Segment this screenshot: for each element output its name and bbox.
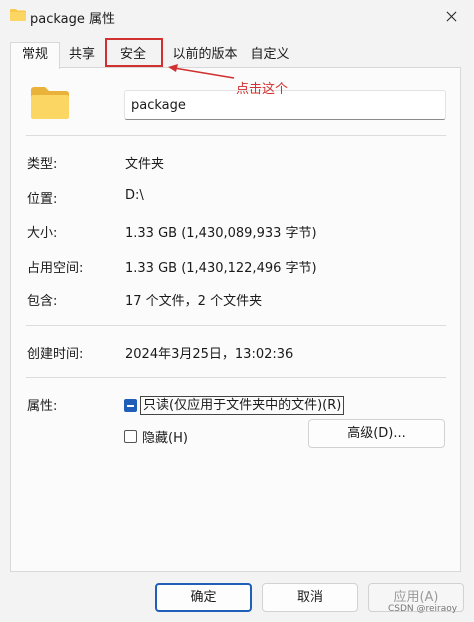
size-label: 大小: [27,226,58,241]
annotation-arrow-icon [168,64,235,79]
tab-sharing[interactable]: 共享 [62,44,102,66]
created-label: 创建时间: [27,347,84,362]
readonly-checkbox-label[interactable]: 只读(仅应用于文件夹中的文件)(R) [140,396,345,415]
location-label: 位置: [27,192,58,207]
size-on-disk-value: 1.33 GB (1,430,122,496 字节) [125,261,317,276]
general-tab-panel [10,67,461,572]
attributes-label: 属性: [27,399,58,414]
size-on-disk-label: 占用空间: [27,261,84,276]
divider [26,135,446,136]
tab-general[interactable]: 常规 [10,42,60,69]
annotation-text: 点击这个 [236,82,289,97]
cancel-button[interactable]: 取消 [262,583,358,612]
title-bar: package 属性 [0,0,474,34]
annotation-highlight-box [105,38,163,67]
folder-icon [10,9,26,21]
ok-button[interactable]: 确定 [155,583,252,612]
close-button[interactable] [428,0,474,34]
location-value: D:\ [125,188,144,203]
type-value: 文件夹 [125,157,165,172]
type-label: 类型: [27,157,58,172]
tab-customize[interactable]: 自定义 [248,44,292,66]
folder-large-icon [31,87,69,119]
hidden-checkbox-label[interactable]: 隐藏(H) [142,427,188,446]
hidden-checkbox[interactable] [124,430,137,443]
contains-label: 包含: [27,294,58,309]
tab-bar: 常规 共享 安全 以前的版本 自定义 [10,42,470,69]
created-value: 2024年3月25日，13:02:36 [125,347,294,362]
contains-value: 17 个文件，2 个文件夹 [125,294,263,309]
readonly-checkbox[interactable] [124,399,137,412]
divider [26,325,446,326]
window-title: package 属性 [30,12,116,27]
size-value: 1.33 GB (1,430,089,933 字节) [125,226,317,241]
divider [26,377,446,378]
advanced-button[interactable]: 高级(D)... [308,419,445,448]
watermark: CSDN @reiraoy [388,604,458,614]
